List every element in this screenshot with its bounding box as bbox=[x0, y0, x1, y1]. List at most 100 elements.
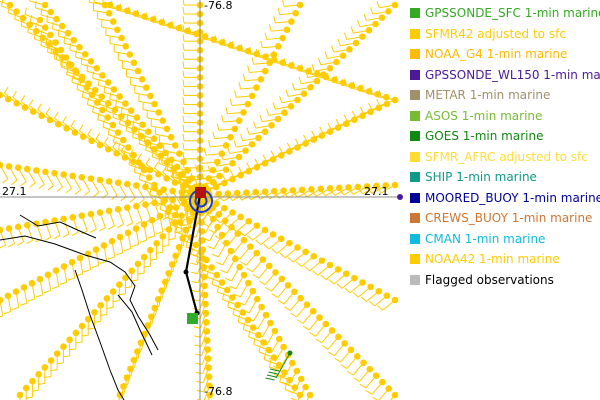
observation-dot bbox=[42, 168, 49, 176]
wind-barb-flag bbox=[93, 192, 100, 198]
wind-barb-flag bbox=[182, 88, 185, 96]
legend-item[interactable]: METAR 1-min marine bbox=[408, 87, 600, 108]
observation-dot bbox=[236, 263, 243, 271]
observation-dot bbox=[22, 384, 30, 392]
legend-item[interactable]: CMAN 1-min marine bbox=[408, 231, 600, 252]
wind-barb-flag bbox=[126, 222, 133, 227]
wind-barb-flag bbox=[56, 186, 63, 192]
observation-dot bbox=[123, 7, 131, 15]
legend-item[interactable]: ASOS 1-min marine bbox=[408, 108, 600, 129]
wind-barb-flag bbox=[224, 277, 232, 282]
legend-item[interactable]: MOORED_BUOY 1-min marine bbox=[408, 190, 600, 211]
legend-item[interactable]: CREWS_BUOY 1-min marine bbox=[408, 210, 600, 231]
observation-dot bbox=[203, 318, 210, 326]
wind-barb-flag bbox=[265, 287, 272, 292]
wind-barb-flag bbox=[270, 150, 275, 158]
observation-dot bbox=[96, 209, 104, 216]
observation-dot bbox=[296, 391, 304, 399]
observation-dot bbox=[68, 258, 76, 266]
observation-dot bbox=[258, 303, 265, 311]
observation-dot bbox=[213, 271, 221, 279]
wind-barb-flag bbox=[246, 267, 253, 273]
legend-item[interactable]: SFMR42 adjusted to sfc bbox=[408, 26, 600, 47]
legend-item[interactable]: SHIP 1-min marine bbox=[408, 169, 600, 190]
observation-dot bbox=[105, 9, 113, 17]
wind-barb-flag bbox=[278, 146, 283, 154]
wind-barb-flag bbox=[221, 174, 227, 181]
legend-item[interactable]: GOES 1-min marine bbox=[408, 128, 600, 149]
wind-barb-flag bbox=[182, 133, 185, 141]
observation-dot bbox=[280, 187, 287, 195]
legend-swatch bbox=[410, 254, 420, 264]
observation-dot bbox=[214, 223, 221, 231]
legend-item[interactable]: GPSSONDE_SFC 1-min marine bbox=[408, 5, 600, 26]
observation-dot bbox=[202, 300, 209, 308]
observation-dot bbox=[133, 182, 140, 189]
observation-dot bbox=[331, 76, 338, 84]
observation-dot bbox=[316, 314, 323, 321]
legend-item[interactable]: NOAA42 1-min marine bbox=[408, 251, 600, 272]
observation-dot bbox=[87, 57, 95, 65]
observation-dot bbox=[204, 355, 212, 362]
wind-barb-flag bbox=[273, 15, 276, 24]
observation-dot bbox=[281, 369, 288, 376]
legend-item[interactable]: NOAA_G4 1-min marine bbox=[408, 46, 600, 67]
observation-dot bbox=[248, 141, 256, 148]
observation-dot bbox=[104, 79, 112, 86]
observation-dot bbox=[122, 100, 129, 107]
legend-item[interactable]: GPSSONDE_WL150 1-min marine bbox=[408, 67, 600, 88]
wind-barb-flag bbox=[203, 148, 207, 156]
observation-dot bbox=[123, 204, 131, 212]
observation-dot bbox=[259, 256, 267, 263]
observation-dot bbox=[283, 26, 291, 34]
wind-barb-flag bbox=[229, 98, 233, 106]
wind-barb-flag bbox=[91, 264, 99, 269]
observation-dot bbox=[242, 147, 249, 154]
observation-dot bbox=[60, 263, 68, 270]
wind-barb-flag bbox=[279, 95, 283, 103]
observation-dot bbox=[245, 217, 253, 225]
wind-barb-flag bbox=[246, 162, 251, 170]
legend-item[interactable]: SFMR_AFRC adjusted to sfc bbox=[408, 149, 600, 170]
forecast-position-marker bbox=[187, 313, 198, 324]
wind-barb-flag bbox=[253, 121, 257, 129]
observation-dot bbox=[177, 219, 184, 226]
observation-dot bbox=[249, 287, 257, 295]
observation-dot bbox=[167, 133, 175, 141]
wind-barb-flag bbox=[295, 261, 302, 267]
observation-dot bbox=[294, 144, 301, 151]
wind-barb-flag bbox=[74, 189, 82, 195]
observation-dot bbox=[244, 47, 252, 55]
wind-barb-flag bbox=[182, 142, 185, 150]
observation-dot bbox=[5, 225, 13, 232]
legend-swatch bbox=[410, 151, 420, 162]
observation-dot bbox=[218, 279, 226, 286]
observation-dot bbox=[6, 1, 14, 9]
observation-dot bbox=[248, 92, 256, 100]
legend-item[interactable]: Flagged observations bbox=[408, 272, 600, 293]
map-panel[interactable]: -76.8 -76.8 27.1 27.1 bbox=[0, 0, 403, 400]
observation-dot bbox=[306, 391, 314, 399]
wind-barb-flag bbox=[53, 111, 59, 119]
wind-observation-map[interactable] bbox=[0, 0, 403, 400]
observation-dot bbox=[292, 9, 299, 17]
wind-barb-flag bbox=[153, 161, 159, 169]
observation-dot bbox=[375, 287, 383, 295]
observation-dot bbox=[156, 189, 163, 196]
observation-dot bbox=[374, 90, 382, 98]
legend: GPSSONDE_SFC 1-min marine SFMR42 adjusted… bbox=[408, 5, 600, 292]
wind-barb-flag bbox=[182, 70, 185, 78]
wind-barb-flag bbox=[182, 7, 185, 15]
wind-barb-flag bbox=[195, 362, 203, 366]
observation-dot bbox=[103, 295, 111, 302]
observation-dot bbox=[138, 76, 146, 83]
observation-dot bbox=[149, 16, 157, 23]
wind-barb-flag bbox=[370, 7, 374, 15]
observation-dot bbox=[128, 267, 136, 275]
wind-barb-flag bbox=[282, 0, 285, 7]
observation-dot bbox=[153, 239, 160, 247]
observation-dot bbox=[268, 122, 275, 129]
wind-barb-flag bbox=[117, 223, 124, 229]
observation-dot bbox=[205, 175, 212, 182]
observation-dot bbox=[297, 375, 305, 383]
